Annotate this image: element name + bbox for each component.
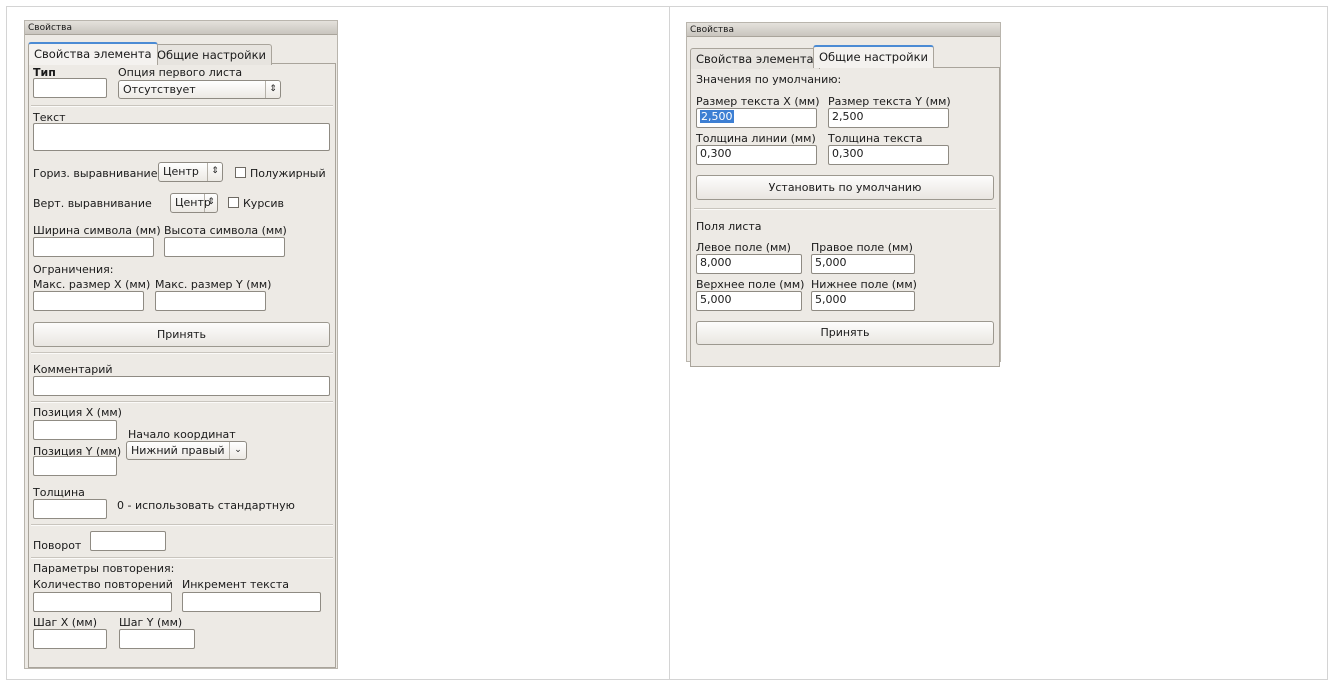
panel-title: Свойства [25,21,337,35]
top-margin-field[interactable]: 5,000 [696,291,802,311]
origin-label: Начало координат [128,428,236,441]
right-margin-field[interactable]: 5,000 [811,254,915,274]
apply-button[interactable]: Принять [696,321,994,345]
text-size-y-label: Размер текста Y (мм) [828,95,951,108]
repeat-count-label: Количество повторений [33,578,173,591]
max-x-label: Макс. размер X (мм) [33,278,151,291]
set-default-button[interactable]: Установить по умолчанию [696,175,994,200]
pos-x-field[interactable] [33,420,117,440]
text-size-y-value: 2,500 [832,110,864,123]
bold-label: Полужирный [250,167,326,180]
text-increment-label: Инкремент текста [182,578,289,591]
bottom-margin-field[interactable]: 5,000 [811,291,915,311]
rotation-field[interactable] [90,531,166,551]
line-width-field[interactable]: 0,300 [696,145,817,165]
text-size-x-label: Размер текста X (мм) [696,95,820,108]
thickness-hint: 0 - использовать стандартную [117,499,295,512]
max-x-field[interactable] [33,291,144,311]
char-width-field[interactable] [33,237,154,257]
separator [31,352,333,354]
left-margin-field[interactable]: 8,000 [696,254,802,274]
step-y-field[interactable] [119,629,195,649]
text-increment-field[interactable] [182,592,321,612]
pos-y-field[interactable] [33,456,117,476]
step-x-field[interactable] [33,629,107,649]
right-margin-value: 5,000 [815,256,847,269]
max-y-label: Макс. размер Y (мм) [155,278,272,291]
thickness-label: Толщина [33,486,85,499]
checkbox-icon [228,197,239,208]
h-align-label: Гориз. выравнивание [33,167,158,180]
tab-general-settings[interactable]: Общие настройки [813,45,934,68]
text-thickness-field[interactable]: 0,300 [828,145,949,165]
chevron-down-icon: ⌄ [229,442,246,459]
text-field[interactable] [33,123,330,151]
first-sheet-label: Опция первого листа [118,66,243,79]
comment-label: Комментарий [33,363,113,376]
pos-x-label: Позиция X (мм) [33,406,122,419]
char-height-field[interactable] [164,237,285,257]
bold-checkbox[interactable]: Полужирный [235,167,326,180]
tab-element-properties[interactable]: Свойства элемента [28,42,158,65]
text-size-x-field[interactable]: 2,500 [696,108,817,128]
text-size-x-value: 2,500 [700,110,734,123]
repeat-count-field[interactable] [33,592,172,612]
separator [694,208,996,210]
comment-field[interactable] [33,376,330,396]
line-width-label: Толщина линии (мм) [696,132,816,145]
limits-label: Ограничения: [33,263,114,276]
repeat-label: Параметры повторения: [33,562,175,575]
defaults-label: Значения по умолчанию: [696,73,842,86]
first-sheet-value: Отсутствует [123,83,196,96]
rotation-label: Поворот [33,539,82,552]
line-width-value: 0,300 [700,147,732,160]
separator [31,524,333,526]
h-align-value: Центр [163,165,199,178]
step-y-label: Шаг Y (мм) [119,616,183,629]
v-align-label: Верт. выравнивание [33,197,152,210]
origin-select[interactable]: Нижний правый ⌄ [126,441,247,460]
first-sheet-select[interactable]: Отсутствует ⇕ [118,80,281,99]
v-align-select[interactable]: Центр ⇕ [170,193,218,213]
tab-general-settings[interactable]: Общие настройки [151,44,272,65]
right-properties-panel: Свойства Свойства элемента Общие настрой… [686,22,1001,367]
origin-value: Нижний правый [131,444,225,457]
top-margin-value: 5,000 [700,293,732,306]
top-margin-label: Верхнее поле (мм) [696,278,805,291]
right-margin-label: Правое поле (мм) [811,241,913,254]
left-margin-value: 8,000 [700,256,732,269]
checkbox-icon [235,167,246,178]
char-height-label: Высота символа (мм) [164,224,287,237]
updown-arrow-icon: ⇕ [207,163,222,181]
char-width-label: Ширина символа (мм) [33,224,161,237]
separator [31,557,333,559]
panel-title: Свойства [687,23,1000,37]
margins-label: Поля листа [696,220,762,233]
separator [31,105,333,107]
max-y-field[interactable] [155,291,266,311]
updown-arrow-icon: ⇕ [204,194,217,212]
italic-label: Курсив [243,197,284,210]
thickness-field[interactable] [33,499,107,519]
italic-checkbox[interactable]: Курсив [228,197,284,210]
type-field[interactable] [33,78,107,98]
left-margin-label: Левое поле (мм) [696,241,791,254]
text-thickness-label: Толщина текста [828,132,923,145]
left-properties-panel: Свойства Свойства элемента Общие настрой… [24,20,338,669]
tab-element-properties[interactable]: Свойства элемента [690,48,820,69]
text-size-y-field[interactable]: 2,500 [828,108,949,128]
bottom-margin-label: Нижнее поле (мм) [811,278,917,291]
bottom-margin-value: 5,000 [815,293,847,306]
h-align-select[interactable]: Центр ⇕ [158,162,223,182]
updown-arrow-icon: ⇕ [265,81,280,98]
step-x-label: Шаг X (мм) [33,616,97,629]
separator [31,401,333,403]
apply-button[interactable]: Принять [33,322,330,347]
text-thickness-value: 0,300 [832,147,864,160]
